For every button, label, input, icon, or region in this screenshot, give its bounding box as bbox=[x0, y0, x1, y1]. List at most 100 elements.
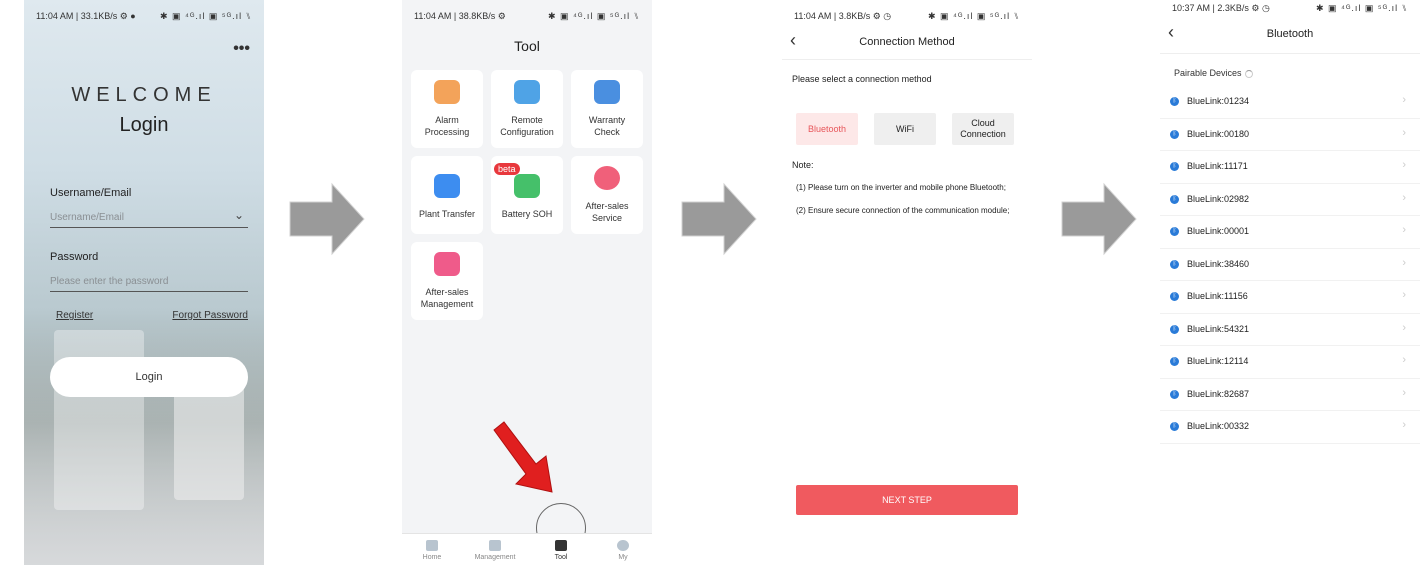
device-list-item[interactable]: ᛒ BlueLink:11156 › bbox=[1160, 281, 1420, 314]
chevron-right-icon: › bbox=[1402, 256, 1406, 269]
tab-management[interactable]: Management bbox=[470, 536, 520, 561]
tile-label: Remote Configuration bbox=[500, 115, 554, 137]
status-bar: 11:04 AM | 38.8KB/s ⚙ ✱ ▣ ⁴ᴳ.ıl ▣ ⁵ᴳ.ıl … bbox=[402, 8, 652, 24]
forgot-password-link[interactable]: Forgot Password bbox=[172, 310, 248, 321]
bluetooth-screen: 10:37 AM | 2.3KB/s ⚙ ◷ ✱ ▣ ⁴ᴳ.ıl ▣ ⁵ᴳ.ıl… bbox=[1160, 0, 1420, 565]
alarm-icon bbox=[434, 80, 460, 104]
chevron-right-icon: › bbox=[1402, 321, 1406, 334]
page-title: Bluetooth bbox=[1266, 28, 1314, 40]
tutorial-canvas: 11:04 AM | 33.1KB/s ⚙ ● ✱ ▣ ⁴ᴳ.ıl ▣ ⁵ᴳ.ı… bbox=[0, 0, 1420, 565]
tab-label: My bbox=[618, 554, 628, 561]
status-time: 11:04 AM | 3.8KB/s ⚙ ◷ bbox=[794, 11, 892, 21]
bluetooth-icon: ᛒ bbox=[1170, 389, 1179, 399]
device-list-item[interactable]: ᛒ BlueLink:01234 › bbox=[1160, 86, 1420, 119]
pairable-label: Pairable Devices bbox=[1174, 68, 1242, 78]
tile-label: After-sales Management bbox=[420, 287, 474, 309]
tile-after-sales-service[interactable]: After-sales Service bbox=[571, 156, 643, 234]
status-icons: ✱ ▣ ⁴ᴳ.ıl ▣ ⁵ᴳ.ıl ⑊ bbox=[160, 11, 252, 21]
device-list-item[interactable]: ᛒ BlueLink:00180 › bbox=[1160, 119, 1420, 151]
chevron-right-icon: › bbox=[1402, 289, 1406, 301]
device-name: BlueLink:11156 bbox=[1187, 291, 1248, 301]
battery-icon bbox=[514, 174, 540, 198]
chevron-right-icon: › bbox=[1402, 354, 1406, 366]
device-list-item[interactable]: ᛒ BlueLink:12114 › bbox=[1160, 346, 1420, 379]
status-icons: ✱ ▣ ⁴ᴳ.ıl ▣ ⁵ᴳ.ıl ⑊ bbox=[548, 11, 640, 21]
chevron-right-icon: › bbox=[1402, 191, 1406, 204]
password-label: Password bbox=[50, 251, 99, 263]
login-screen: 11:04 AM | 33.1KB/s ⚙ ● ✱ ▣ ⁴ᴳ.ıl ▣ ⁵ᴳ.ı… bbox=[24, 0, 264, 565]
device-name: BlueLink:00180 bbox=[1187, 128, 1250, 139]
management-tab-icon bbox=[489, 540, 501, 551]
chevron-right-icon: › bbox=[1402, 159, 1406, 171]
device-name: BlueLink:54321 bbox=[1187, 323, 1250, 334]
device-name: BlueLink:38460 bbox=[1187, 258, 1250, 269]
device-name: BlueLink:12114 bbox=[1187, 356, 1249, 366]
tile-remote-configuration[interactable]: Remote Configuration bbox=[491, 70, 563, 148]
device-list-item[interactable]: ᛒ BlueLink:38460 › bbox=[1160, 249, 1420, 281]
tab-home[interactable]: Home bbox=[407, 536, 457, 561]
tile-battery-soh[interactable]: beta Battery SOH bbox=[491, 156, 563, 234]
bluetooth-icon: ᛒ bbox=[1170, 129, 1179, 139]
chevron-right-icon: › bbox=[1402, 126, 1406, 139]
management-icon bbox=[434, 252, 460, 276]
flow-arrow-icon bbox=[681, 182, 757, 256]
device-name: BlueLink:11171 bbox=[1187, 161, 1248, 171]
tab-tool[interactable]: Tool bbox=[536, 536, 586, 561]
note-title: Note: bbox=[792, 160, 814, 170]
tile-label: After-sales Service bbox=[585, 201, 629, 223]
loading-spinner-icon bbox=[1244, 69, 1253, 78]
tab-my[interactable]: My bbox=[598, 536, 648, 561]
register-link[interactable]: Register bbox=[56, 310, 93, 321]
device-list-item[interactable]: ᛒ BlueLink:00332 › bbox=[1160, 411, 1420, 444]
note-line: (1) Please turn on the inverter and mobi… bbox=[796, 183, 1006, 192]
username-placeholder: Username/Email bbox=[50, 212, 124, 223]
page-title: Login bbox=[119, 114, 169, 136]
header-bar: ‹ Bluetooth bbox=[1160, 18, 1420, 54]
bluetooth-icon: ᛒ bbox=[1170, 162, 1179, 171]
home-icon bbox=[426, 540, 438, 551]
beta-badge: beta bbox=[494, 163, 520, 175]
status-time: 11:04 AM | 38.8KB/s ⚙ bbox=[414, 11, 506, 21]
next-step-button[interactable]: NEXT STEP bbox=[796, 485, 1018, 515]
device-list-item[interactable]: ᛒ BlueLink:02982 › bbox=[1160, 184, 1420, 216]
bluetooth-option-button[interactable]: Bluetooth bbox=[796, 113, 858, 145]
tile-label: Plant Transfer bbox=[418, 209, 476, 219]
wifi-option-button[interactable]: WiFi bbox=[874, 113, 936, 145]
username-field[interactable]: Username/Email ⌄ bbox=[50, 206, 248, 228]
tile-plant-transfer[interactable]: Plant Transfer bbox=[411, 156, 483, 234]
tile-after-sales-management[interactable]: After-sales Management bbox=[411, 242, 483, 320]
device-list-item[interactable]: ᛒ BlueLink:54321 › bbox=[1160, 314, 1420, 346]
tool-grid-icon bbox=[555, 540, 567, 551]
cloud-connection-option-button[interactable]: Cloud Connection bbox=[952, 113, 1014, 145]
device-list-item[interactable]: ᛒ BlueLink:82687 › bbox=[1160, 379, 1420, 411]
login-button[interactable]: Login bbox=[50, 357, 248, 397]
device-list-item[interactable]: ᛒ BlueLink:00001 › bbox=[1160, 216, 1420, 249]
more-icon[interactable]: ••• bbox=[233, 40, 250, 58]
bluetooth-icon: ᛒ bbox=[1170, 194, 1179, 204]
device-name: BlueLink:00001 bbox=[1187, 226, 1250, 236]
remote-config-icon bbox=[514, 80, 540, 104]
welcome-text: WELCOME bbox=[71, 84, 217, 106]
device-list-item[interactable]: ᛒ BlueLink:11171 › bbox=[1160, 151, 1420, 184]
password-field[interactable]: Please enter the password bbox=[50, 270, 248, 292]
bluetooth-icon: ᛒ bbox=[1170, 97, 1179, 106]
chevron-right-icon: › bbox=[1402, 419, 1406, 431]
bluetooth-icon: ᛒ bbox=[1170, 292, 1179, 301]
tile-alarm-processing[interactable]: Alarm Processing bbox=[411, 70, 483, 148]
status-bar: 11:04 AM | 33.1KB/s ⚙ ● ✱ ▣ ⁴ᴳ.ıl ▣ ⁵ᴳ.ı… bbox=[24, 8, 264, 24]
bluetooth-icon: ᛒ bbox=[1170, 357, 1179, 366]
status-bar: 11:04 AM | 3.8KB/s ⚙ ◷ ✱ ▣ ⁴ᴳ.ıl ▣ ⁵ᴳ.ıl… bbox=[782, 8, 1032, 24]
select-prompt: Please select a connection method bbox=[792, 74, 932, 84]
highlight-arrow-icon bbox=[493, 421, 553, 493]
password-placeholder: Please enter the password bbox=[50, 276, 169, 287]
tile-label: Alarm Processing bbox=[424, 115, 470, 137]
tile-warranty-check[interactable]: Warranty Check bbox=[571, 70, 643, 148]
background-inverter bbox=[174, 380, 244, 500]
tab-label: Tool bbox=[554, 554, 568, 561]
device-list: ᛒ BlueLink:01234 › ᛒ BlueLink:00180 › ᛒ BlueLin… bbox=[1160, 86, 1420, 444]
status-icons: ✱ ▣ ⁴ᴳ.ıl ▣ ⁵ᴳ.ıl ⑊ bbox=[1316, 3, 1408, 13]
bluetooth-icon: ᛒ bbox=[1170, 324, 1179, 334]
plant-transfer-icon bbox=[434, 174, 460, 198]
bluetooth-icon: ᛒ bbox=[1170, 259, 1179, 269]
chevron-down-icon[interactable]: ⌄ bbox=[234, 208, 244, 222]
